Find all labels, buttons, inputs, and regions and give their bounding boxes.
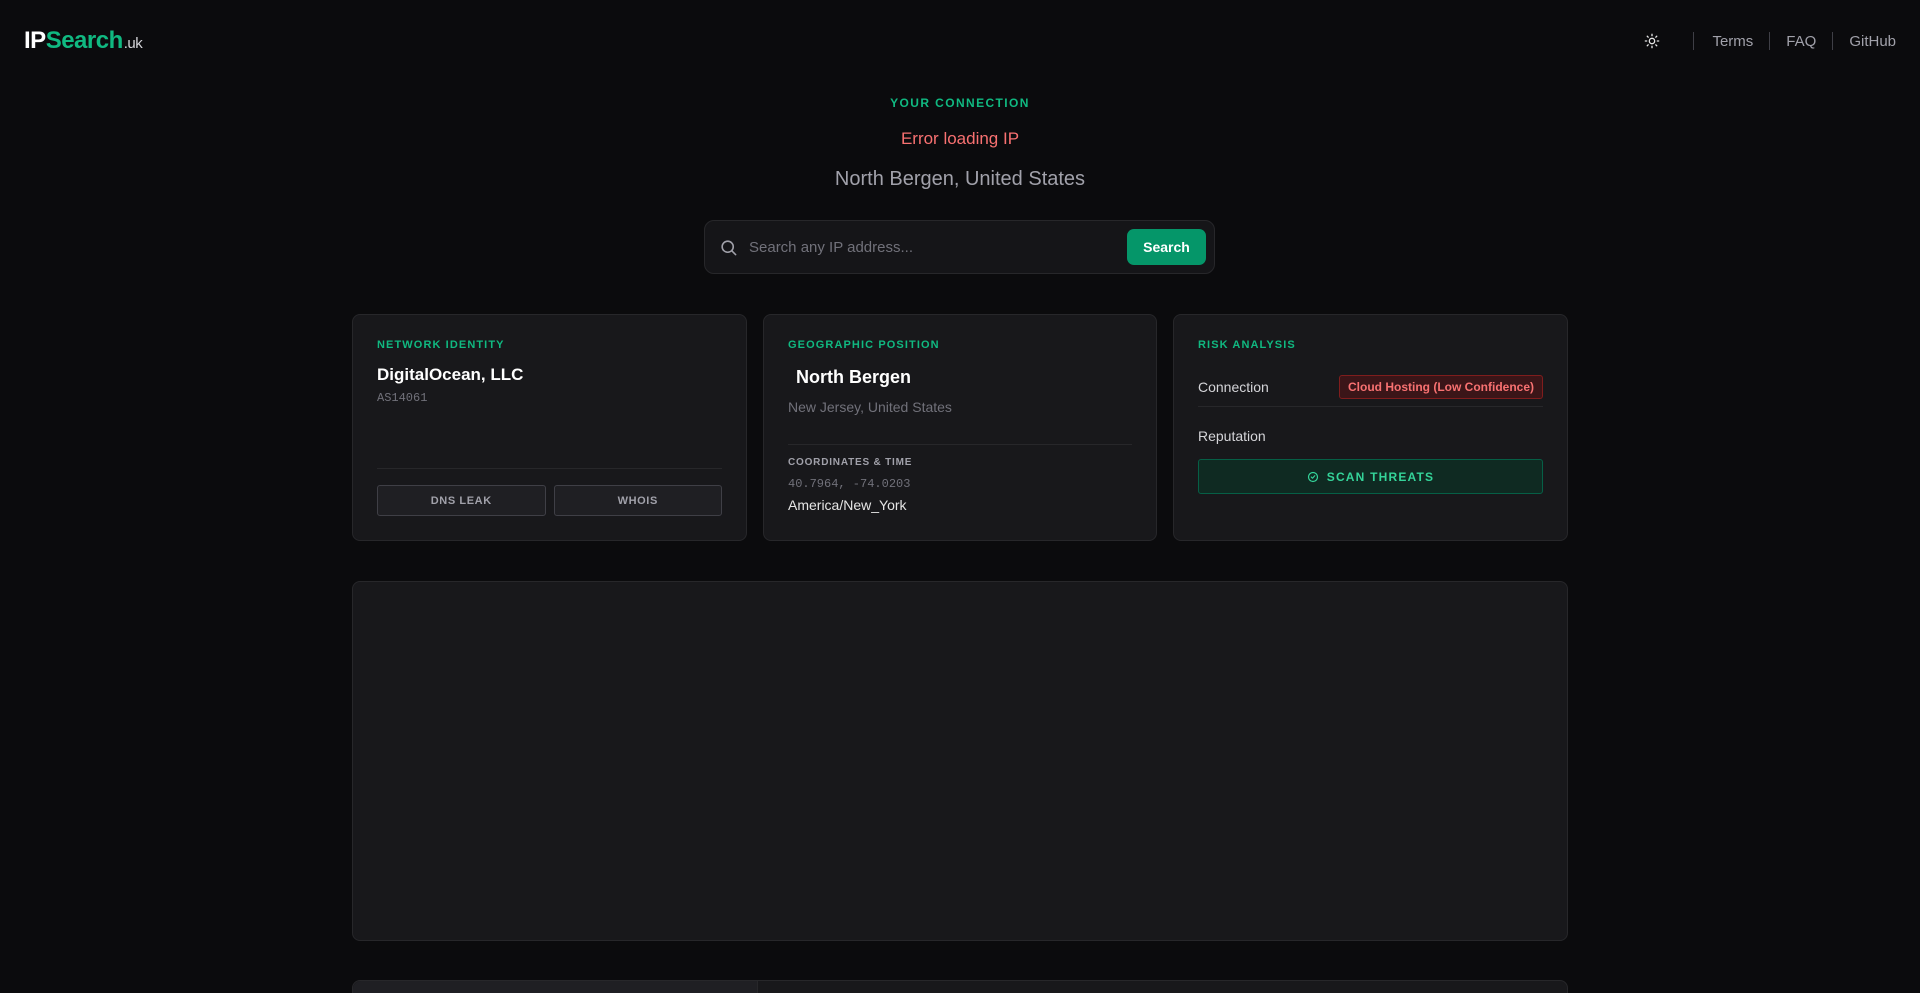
coordinates-label: COORDINATES & TIME: [788, 457, 913, 468]
logo-ip: IP: [24, 27, 46, 54]
network-tools: DNS LEAK WHOIS: [377, 485, 722, 516]
ip-error-text: Error loading IP: [900, 129, 1020, 148]
scan-threats-button[interactable]: SCAN THREATS: [1198, 459, 1543, 494]
top-nav: Terms FAQ GitHub: [1641, 30, 1896, 52]
city-name: North Bergen: [796, 367, 912, 387]
isp-name: DigitalOcean, LLC: [377, 365, 524, 384]
geographic-position-card: GEOGRAPHIC POSITION North Bergen New Jer…: [763, 314, 1157, 541]
search-icon: [717, 236, 739, 258]
dns-leak-button[interactable]: DNS LEAK: [377, 485, 546, 516]
connection-hero: YOUR CONNECTION Error loading IP North B…: [0, 96, 1920, 191]
coordinates-value: 40.7964, -74.0203: [788, 477, 911, 491]
sun-icon: [1645, 33, 1660, 49]
connection-label: YOUR CONNECTION: [890, 96, 1030, 110]
scan-threats-label: SCAN THREATS: [1326, 469, 1435, 484]
nav-divider: [1769, 32, 1771, 50]
nav-divider: [1832, 32, 1834, 50]
search-button[interactable]: Search: [1127, 229, 1206, 265]
region-country: New Jersey, United States: [788, 399, 952, 415]
connection-row: Connection Cloud Hosting (Low Confidence…: [1198, 375, 1543, 399]
nav-faq-link[interactable]: FAQ: [1786, 33, 1816, 50]
card-title: NETWORK IDENTITY: [377, 339, 505, 351]
card-divider: [377, 468, 722, 469]
network-identity-card: NETWORK IDENTITY DigitalOcean, LLC AS140…: [352, 314, 747, 541]
site-logo[interactable]: IP Search .uk: [24, 27, 143, 55]
details-tab[interactable]: [353, 981, 758, 993]
ip-search-input[interactable]: [749, 238, 1127, 256]
whois-button[interactable]: WHOIS: [553, 485, 722, 516]
logo-tld: .uk: [123, 35, 143, 52]
theme-toggle-button[interactable]: [1641, 30, 1663, 52]
ip-search-bar: Search: [704, 220, 1215, 274]
card-divider: [788, 444, 1132, 445]
details-panel: [352, 980, 1568, 993]
reputation-label: Reputation: [1198, 428, 1266, 444]
connection-type-badge: Cloud Hosting (Low Confidence): [1339, 375, 1543, 399]
nav-divider: [1693, 32, 1695, 50]
card-divider: [1198, 406, 1543, 407]
card-title: RISK ANALYSIS: [1198, 339, 1296, 351]
risk-analysis-card: RISK ANALYSIS Connection Cloud Hosting (…: [1173, 314, 1568, 541]
shield-check-icon: [1307, 471, 1318, 482]
asn-number: AS14061: [377, 391, 428, 405]
map-panel[interactable]: [352, 581, 1568, 941]
card-title: GEOGRAPHIC POSITION: [788, 339, 940, 351]
nav-github-link[interactable]: GitHub: [1849, 33, 1896, 50]
connection-label: Connection: [1198, 379, 1269, 395]
connection-location: North Bergen, United States: [834, 168, 1086, 190]
timezone-value: America/New_York: [788, 497, 907, 513]
nav-terms-link[interactable]: Terms: [1712, 33, 1753, 50]
logo-search: Search: [45, 27, 124, 54]
